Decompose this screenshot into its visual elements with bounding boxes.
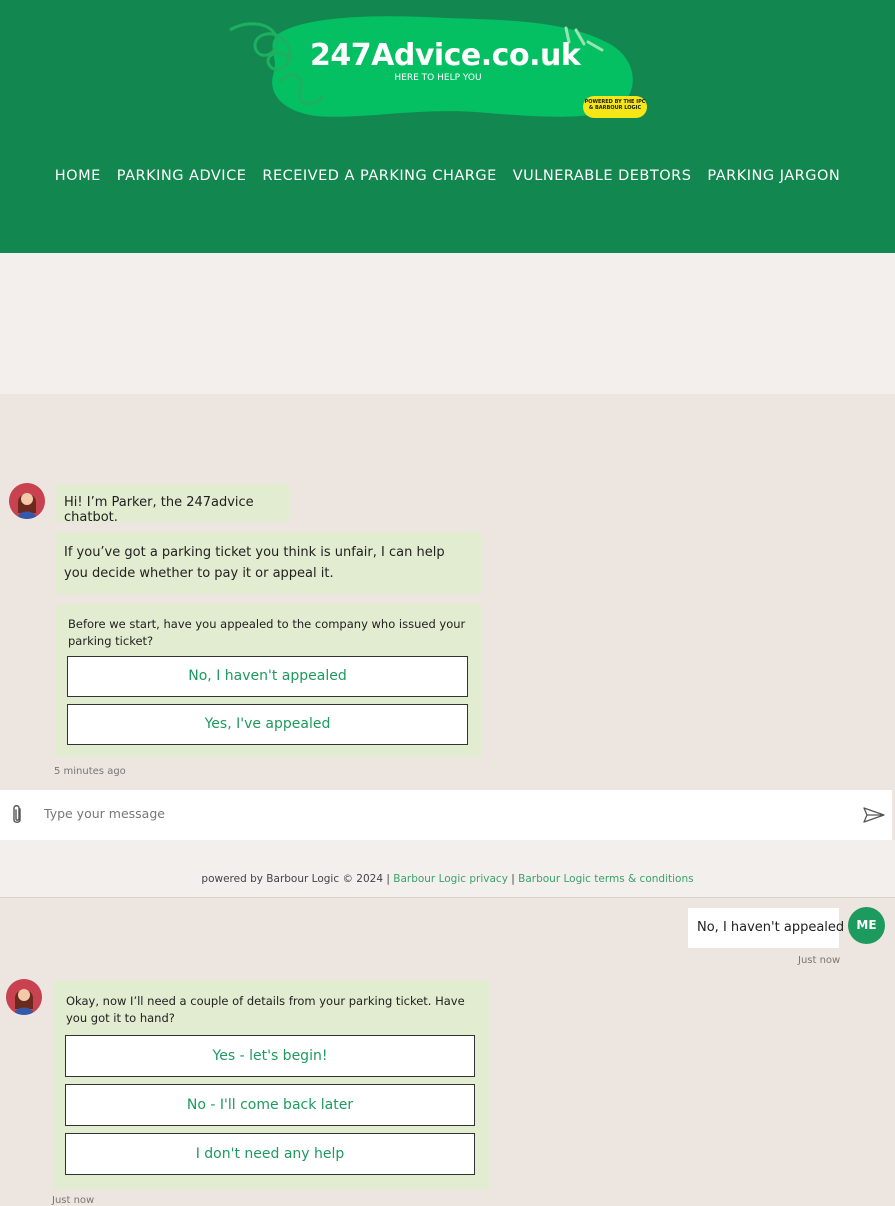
nav-vulnerable-debtors[interactable]: VULNERABLE DEBTORS [513,168,692,190]
chat-window: Hi! I’m Parker, the 247advice chatbot. I… [0,394,892,790]
message-input[interactable] [44,798,824,828]
nav-parking-advice[interactable]: PARKING ADVICE [117,168,247,190]
bot-question-card: Okay, now I’ll need a couple of details … [53,980,489,1190]
option-no-help-button[interactable]: I don't need any help [65,1133,475,1175]
content-spacer [0,253,895,394]
user-message: No, I haven't appealed [688,908,844,948]
bot-question-card: Before we start, have you appealed to th… [55,604,481,757]
main-nav: HOME PARKING ADVICE RECEIVED A PARKING C… [0,168,895,190]
message-timestamp: 5 minutes ago [54,766,126,777]
logo-tagline: HERE TO HELP YOU [394,73,482,83]
bot-avatar [9,483,45,519]
option-appealed-button[interactable]: Yes, I've appealed [67,704,468,745]
site-logo[interactable]: 247Advice.co.uk HERE TO HELP YOU POWERED… [226,12,650,126]
option-not-appealed-button[interactable]: No, I haven't appealed [67,656,468,697]
site-header: 247Advice.co.uk HERE TO HELP YOU POWERED… [0,0,895,253]
privacy-link[interactable]: Barbour Logic privacy [393,873,508,885]
bot-message: If you’ve got a parking ticket you think… [55,532,481,594]
chat-window-continued: No, I haven't appealed ME Just now Okay,… [0,898,895,1206]
bot-question: Okay, now I’ll need a couple of details … [66,994,465,1025]
user-avatar: ME [848,907,885,944]
paperclip-icon[interactable] [10,804,24,831]
terms-link[interactable]: Barbour Logic terms & conditions [518,873,693,885]
nav-received-parking-charge[interactable]: RECEIVED A PARKING CHARGE [262,168,496,190]
message-composer [0,790,892,840]
user-message-timestamp: Just now [798,955,841,966]
footer-separator: | [511,873,515,885]
option-come-back-later-button[interactable]: No - I'll come back later [65,1084,475,1126]
chat-footer: powered by Barbour Logic © 2024 | Barbou… [0,840,895,898]
footer-line: powered by Barbour Logic © 2024 | Barbou… [0,873,895,885]
send-icon[interactable] [863,807,885,828]
bot-avatar-icon [9,483,45,519]
option-yes-begin-button[interactable]: Yes - let's begin! [65,1035,475,1077]
bot-avatar [6,979,42,1015]
message-timestamp: Just now [52,1195,95,1206]
logo-title: 247Advice.co.uk [310,38,581,73]
bot-avatar-icon [6,979,42,1015]
bot-message: Hi! I’m Parker, the 247advice chatbot. [55,484,289,525]
powered-by-badge: POWERED BY THE IPC & BARBOUR LOGIC [583,96,647,118]
nav-home[interactable]: HOME [55,168,101,190]
nav-parking-jargon[interactable]: PARKING JARGON [707,168,840,190]
bot-question: Before we start, have you appealed to th… [68,617,466,648]
footer-powered-by: powered by Barbour Logic © 2024 | [201,873,390,885]
